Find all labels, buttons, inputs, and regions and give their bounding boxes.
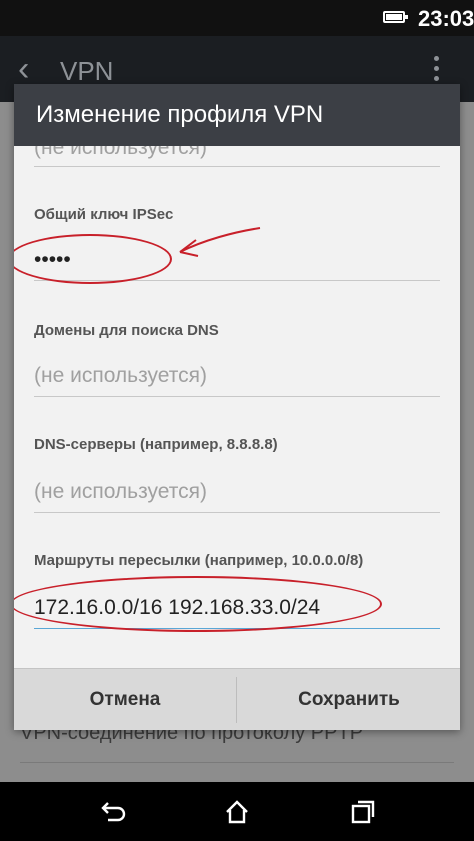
dns-search-domains-field[interactable]: (не используется) xyxy=(34,364,207,388)
back-arrow-icon[interactable]: ‹ xyxy=(18,52,40,86)
divider xyxy=(20,762,454,763)
battery-icon xyxy=(383,11,408,23)
field-underline xyxy=(34,396,440,397)
button-divider xyxy=(236,677,237,723)
red-annotation-ellipse xyxy=(14,234,172,284)
field-underline xyxy=(34,166,440,167)
edit-vpn-profile-dialog: Изменение профиля VPN (не используется) … xyxy=(14,84,460,730)
field-underline xyxy=(34,512,440,513)
dialog-footer: Отмена Сохранить xyxy=(14,668,460,730)
dns-servers-label: DNS-серверы (например, 8.8.8.8) xyxy=(34,436,278,453)
forwarding-routes-label: Маршруты пересылки (например, 10.0.0.0/8… xyxy=(34,552,364,569)
cancel-button[interactable]: Отмена xyxy=(14,669,236,730)
dns-servers-field[interactable]: (не используется) xyxy=(34,480,207,504)
dns-search-domains-label: Домены для поиска DNS xyxy=(34,322,219,339)
ipsec-key-label: Общий ключ IPSec xyxy=(34,206,174,223)
previous-field-value[interactable]: (не используется) xyxy=(34,146,207,160)
dialog-header: Изменение профиля VPN xyxy=(14,84,460,146)
overflow-menu-icon[interactable] xyxy=(432,56,440,86)
red-annotation-ellipse xyxy=(14,576,382,632)
save-button[interactable]: Сохранить xyxy=(238,669,460,730)
home-icon[interactable] xyxy=(223,798,251,826)
recent-apps-icon[interactable] xyxy=(349,798,377,826)
dialog-title: Изменение профиля VPN xyxy=(36,101,324,128)
status-time: 23:03 xyxy=(418,6,474,31)
back-icon[interactable] xyxy=(98,798,126,826)
red-annotation-arrow xyxy=(179,227,261,257)
status-bar: 23:03 xyxy=(0,0,474,36)
app-bar-title: VPN xyxy=(60,56,114,86)
navigation-bar xyxy=(0,782,474,841)
vpn-form: (не используется) Общий ключ IPSec •••••… xyxy=(14,146,460,668)
